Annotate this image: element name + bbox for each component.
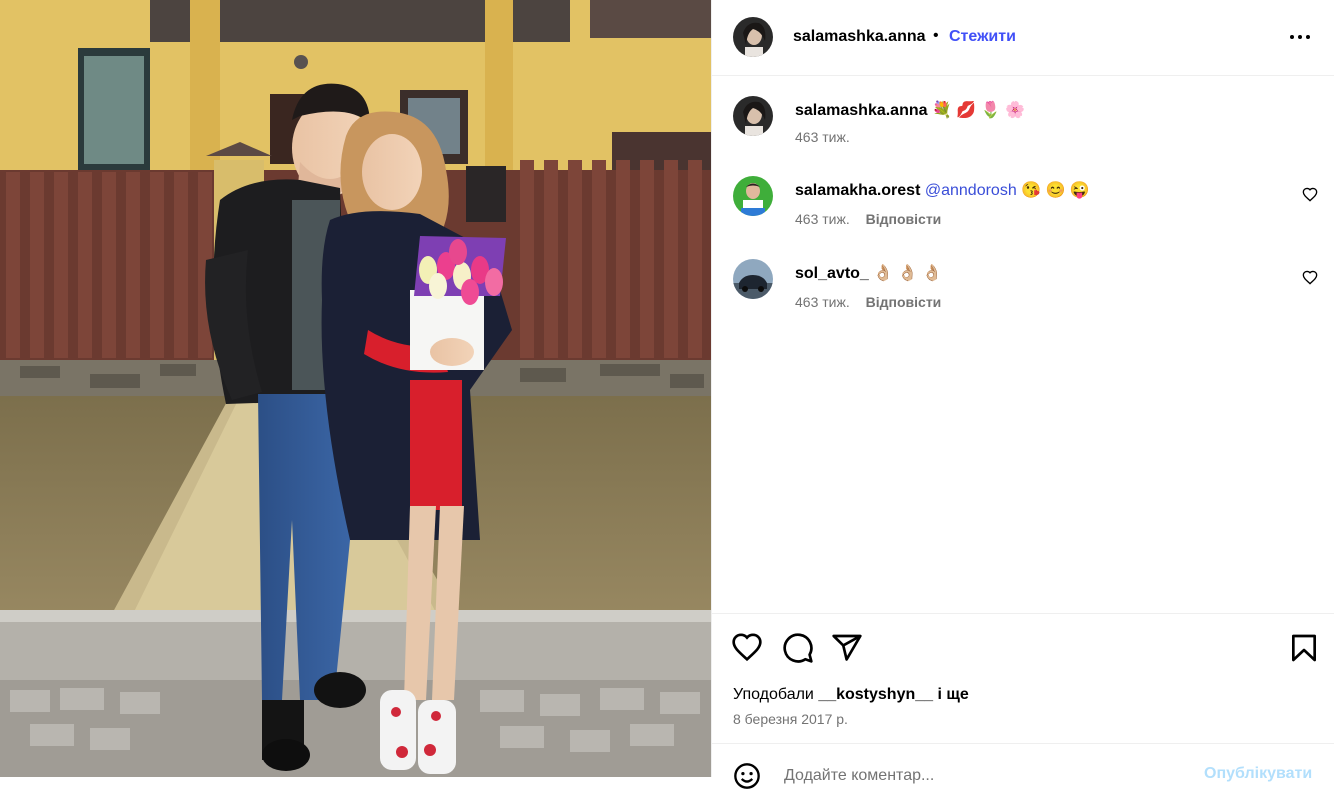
post-header: salamashka.anna • Стежити (712, 0, 1334, 76)
follow-button[interactable]: Стежити (949, 28, 1016, 46)
reply-button[interactable]: Відповісти (866, 211, 942, 227)
comment-time[interactable]: 463 тиж. (795, 294, 850, 310)
likes-more[interactable]: і ще (938, 686, 969, 703)
likes-summary: Уподобали __kostyshyn__ і ще (733, 686, 969, 704)
post-details-panel: salamashka.anna • Стежити salamashka.ann… (711, 0, 1334, 789)
caption-avatar[interactable] (733, 96, 773, 136)
author-avatar[interactable] (733, 17, 773, 57)
comment-mention[interactable]: @anndorosh (925, 182, 1017, 199)
comment-bubble-icon[interactable] (782, 632, 814, 664)
comment-line: salamakha.orest @anndorosh 😘 😊 😜 (795, 180, 1090, 200)
post-date: 8 березня 2017 р. (733, 711, 848, 727)
author-username[interactable]: salamashka.anna (793, 28, 926, 46)
comment-input[interactable] (782, 764, 1186, 788)
commenter-avatar[interactable] (733, 259, 773, 299)
caption-username[interactable]: salamashka.anna (795, 102, 928, 119)
caption-line: salamashka.anna 💐 💋 🌷 🌸 (795, 100, 1025, 120)
comment-time[interactable]: 463 тиж. (795, 211, 850, 227)
caption-text: 💐 💋 🌷 🌸 (931, 102, 1026, 119)
post-photo[interactable] (0, 0, 711, 777)
post-photo-image (0, 0, 711, 777)
post-actions: Уподобали __kostyshyn__ і ще 8 березня 2… (712, 613, 1334, 744)
comment-username[interactable]: salamakha.orest (795, 182, 920, 199)
comment-meta: 463 тиж. Відповісти (795, 294, 941, 310)
comment-line: sol_avto_ 👌🏼 👌🏼 👌🏼 (795, 263, 942, 283)
send-icon[interactable] (831, 632, 863, 664)
comment-like-icon[interactable] (1302, 270, 1318, 286)
commenter-avatar[interactable] (733, 176, 773, 216)
comment-meta: 463 тиж. Відповісти (795, 211, 941, 227)
comment-text: 👌🏼 👌🏼 👌🏼 (873, 265, 942, 282)
publish-button[interactable]: Опублікувати (1204, 765, 1312, 783)
more-horizontal-icon[interactable] (1290, 35, 1310, 41)
likes-prefix: Уподобали (733, 686, 814, 703)
reply-button[interactable]: Відповісти (866, 294, 942, 310)
separator-dot: • (933, 27, 939, 44)
comment-text: 😘 😊 😜 (1021, 182, 1090, 199)
comment-username[interactable]: sol_avto_ (795, 265, 869, 282)
bookmark-icon[interactable] (1288, 632, 1320, 664)
caption-time[interactable]: 463 тиж. (795, 129, 850, 145)
heart-icon[interactable] (731, 632, 763, 664)
emoji-icon[interactable] (733, 762, 761, 790)
add-comment-bar: Опублікувати (712, 743, 1334, 789)
likes-user[interactable]: __kostyshyn__ (818, 686, 933, 703)
comment-like-icon[interactable] (1302, 187, 1318, 203)
caption-meta: 463 тиж. (795, 129, 850, 145)
